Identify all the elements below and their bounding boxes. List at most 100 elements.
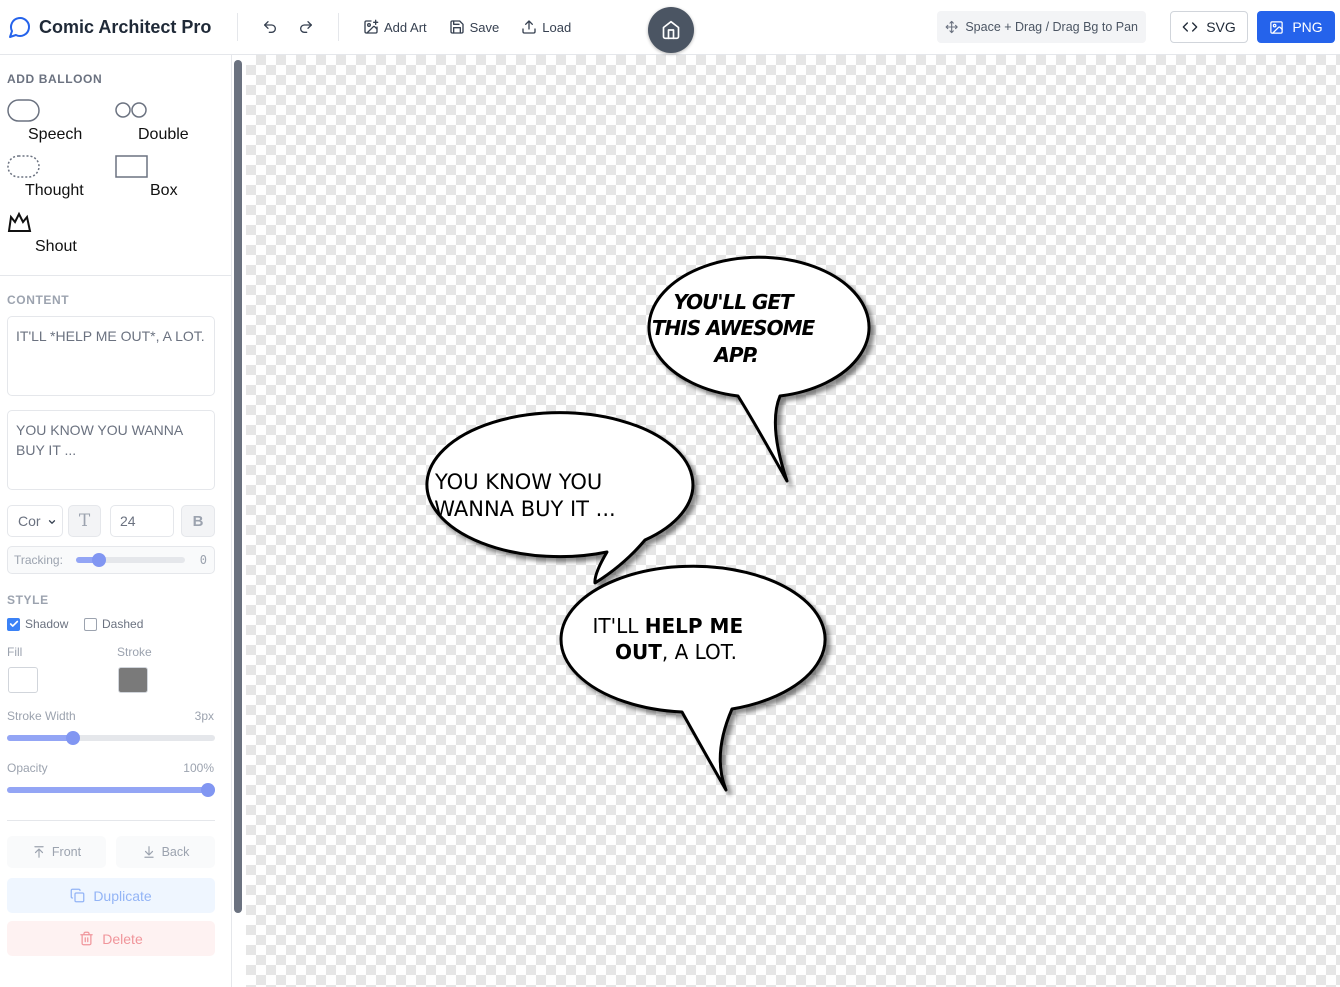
home-icon	[662, 20, 680, 40]
stroke-width-fill	[7, 735, 73, 741]
stroke-width-slider[interactable]	[7, 731, 215, 745]
balloon-3-line-2-normal: , A LOT.	[662, 640, 737, 664]
tracking-slider-knob[interactable]	[92, 553, 106, 567]
balloon-3-line-2: OUT, A LOT.	[615, 640, 737, 664]
opacity-track	[7, 787, 215, 793]
sidebar-scrollbar[interactable]	[234, 60, 242, 913]
arrow-down-to-line-icon	[143, 846, 154, 858]
speech-balloon-3[interactable]	[559, 564, 827, 792]
shadow-label: Shadow	[25, 617, 69, 631]
app-title: Comic Architect Pro	[39, 16, 212, 37]
dashed-label: Dashed	[102, 617, 144, 631]
bring-to-front-button[interactable]: Front	[7, 836, 106, 868]
upload-icon	[522, 20, 536, 34]
balloon-3-line-1: IT'LL HELP ME	[593, 614, 744, 638]
export-svg-button[interactable]: SVG	[1170, 11, 1248, 43]
trash-icon	[80, 931, 94, 946]
save-label: Save	[469, 19, 500, 35]
image-plus-icon	[364, 19, 379, 34]
add-speech-balloon-button[interactable]: Speech	[7, 99, 107, 149]
stroke-label: Stroke	[117, 645, 152, 659]
type-icon: T	[78, 511, 91, 531]
font-size-input[interactable]: 24	[110, 505, 174, 537]
pan-hint-label: Space + Drag / Drag Bg to Pan	[965, 20, 1138, 34]
load-label: Load	[542, 19, 572, 35]
save-icon	[449, 20, 464, 34]
add-box-balloon-button[interactable]: Box	[115, 155, 215, 205]
tracking-slider[interactable]	[76, 553, 185, 567]
stroke-width-track	[7, 735, 215, 741]
delete-button[interactable]: Delete	[7, 921, 215, 956]
shadow-checkbox[interactable]: Shadow	[7, 617, 68, 631]
add-art-button[interactable]: Add Art	[359, 11, 431, 43]
brand: Comic Architect Pro	[0, 0, 237, 54]
font-family-value: Cor	[18, 513, 41, 529]
undo-button[interactable]	[258, 11, 282, 43]
shout-label: Shout	[35, 238, 77, 255]
undo-icon	[264, 21, 276, 33]
balloon-3-line-1-normal: IT'LL	[593, 614, 645, 638]
speech-bubble-logo-icon	[9, 17, 30, 38]
redo-button[interactable]	[294, 11, 318, 43]
balloon-2-line-2: WANNA BUY IT ...	[434, 497, 615, 521]
opacity-label: Opacity	[7, 761, 48, 775]
export-png-button[interactable]: PNG	[1257, 11, 1335, 43]
balloon-3-line-2-bold: OUT	[615, 640, 662, 664]
opacity-knob[interactable]	[201, 783, 215, 797]
bold-icon: B	[192, 512, 204, 530]
load-button[interactable]: Load	[517, 11, 575, 43]
history-group	[238, 11, 338, 43]
balloon-1-line-3: APP.	[712, 343, 757, 367]
double-label: Double	[138, 126, 189, 143]
stroke-color-swatch[interactable]	[118, 667, 148, 693]
check-icon	[9, 620, 18, 627]
bold-button[interactable]: B	[181, 505, 215, 537]
dashed-checkbox-box[interactable]	[84, 617, 97, 631]
thought-label: Thought	[25, 182, 84, 199]
move-icon	[945, 20, 958, 34]
box-label: Box	[150, 182, 178, 199]
font-family-select[interactable]: Cor	[7, 505, 63, 537]
balloon-1-line-1: YOU'LL GET	[673, 290, 795, 314]
shadow-checkbox-box[interactable]	[7, 617, 20, 631]
comic-canvas[interactable]: YOU'LL GET THIS AWESOME APP. YOU KNOW YO…	[246, 55, 1340, 987]
box-balloon-icon	[115, 155, 148, 178]
duplicate-button[interactable]: Duplicate	[7, 878, 215, 913]
add-double-balloon-button[interactable]: Double	[115, 99, 215, 149]
add-balloon-title: ADD BALLOON	[7, 72, 103, 86]
tracking-label: Tracking:	[14, 553, 63, 567]
redo-icon	[300, 21, 312, 33]
speech-balloon-icon	[7, 99, 40, 122]
front-label: Front	[51, 845, 82, 859]
file-group: Add Art Save Load	[339, 11, 575, 43]
sidebar-divider	[7, 820, 215, 821]
duplicate-label: Duplicate	[93, 887, 152, 904]
fill-color-swatch[interactable]	[8, 667, 38, 693]
speech-label: Speech	[28, 126, 83, 143]
stroke-width-label: Stroke Width	[7, 709, 76, 723]
send-to-back-button[interactable]: Back	[116, 836, 215, 868]
home-button[interactable]	[648, 7, 694, 53]
back-label: Back	[161, 845, 190, 859]
double-balloon-icon	[115, 102, 147, 118]
balloon-3-line-1-bold: HELP ME	[645, 614, 743, 638]
shout-balloon-icon	[7, 211, 32, 232]
thought-balloon-icon	[7, 155, 40, 178]
opacity-slider[interactable]	[7, 783, 215, 797]
balloon-layer: YOU'LL GET THIS AWESOME APP. YOU KNOW YO…	[425, 255, 871, 792]
font-size-value: 24	[120, 513, 136, 529]
balloon-text-input-2[interactable]: YOU KNOW YOU WANNA BUY IT ...	[7, 410, 215, 490]
opacity-value: 100%	[183, 761, 214, 775]
add-thought-balloon-button[interactable]: Thought	[7, 155, 107, 205]
save-button[interactable]: Save	[445, 11, 504, 43]
balloon-1-line-2: THIS AWESOME	[652, 316, 816, 340]
balloon-text-input-1[interactable]: IT'LL *HELP ME OUT*, A LOT.	[7, 316, 215, 396]
style-title: STYLE	[7, 593, 49, 607]
add-shout-balloon-button[interactable]: Shout	[7, 211, 107, 261]
stroke-width-knob[interactable]	[66, 731, 80, 745]
text-style-button[interactable]: T	[68, 505, 101, 537]
sidebar: ADD BALLOON Speech Double Thought Box Sh…	[0, 55, 232, 987]
dashed-checkbox[interactable]: Dashed	[84, 617, 143, 631]
opacity-fill	[7, 787, 215, 793]
chevron-down-icon	[48, 520, 56, 524]
